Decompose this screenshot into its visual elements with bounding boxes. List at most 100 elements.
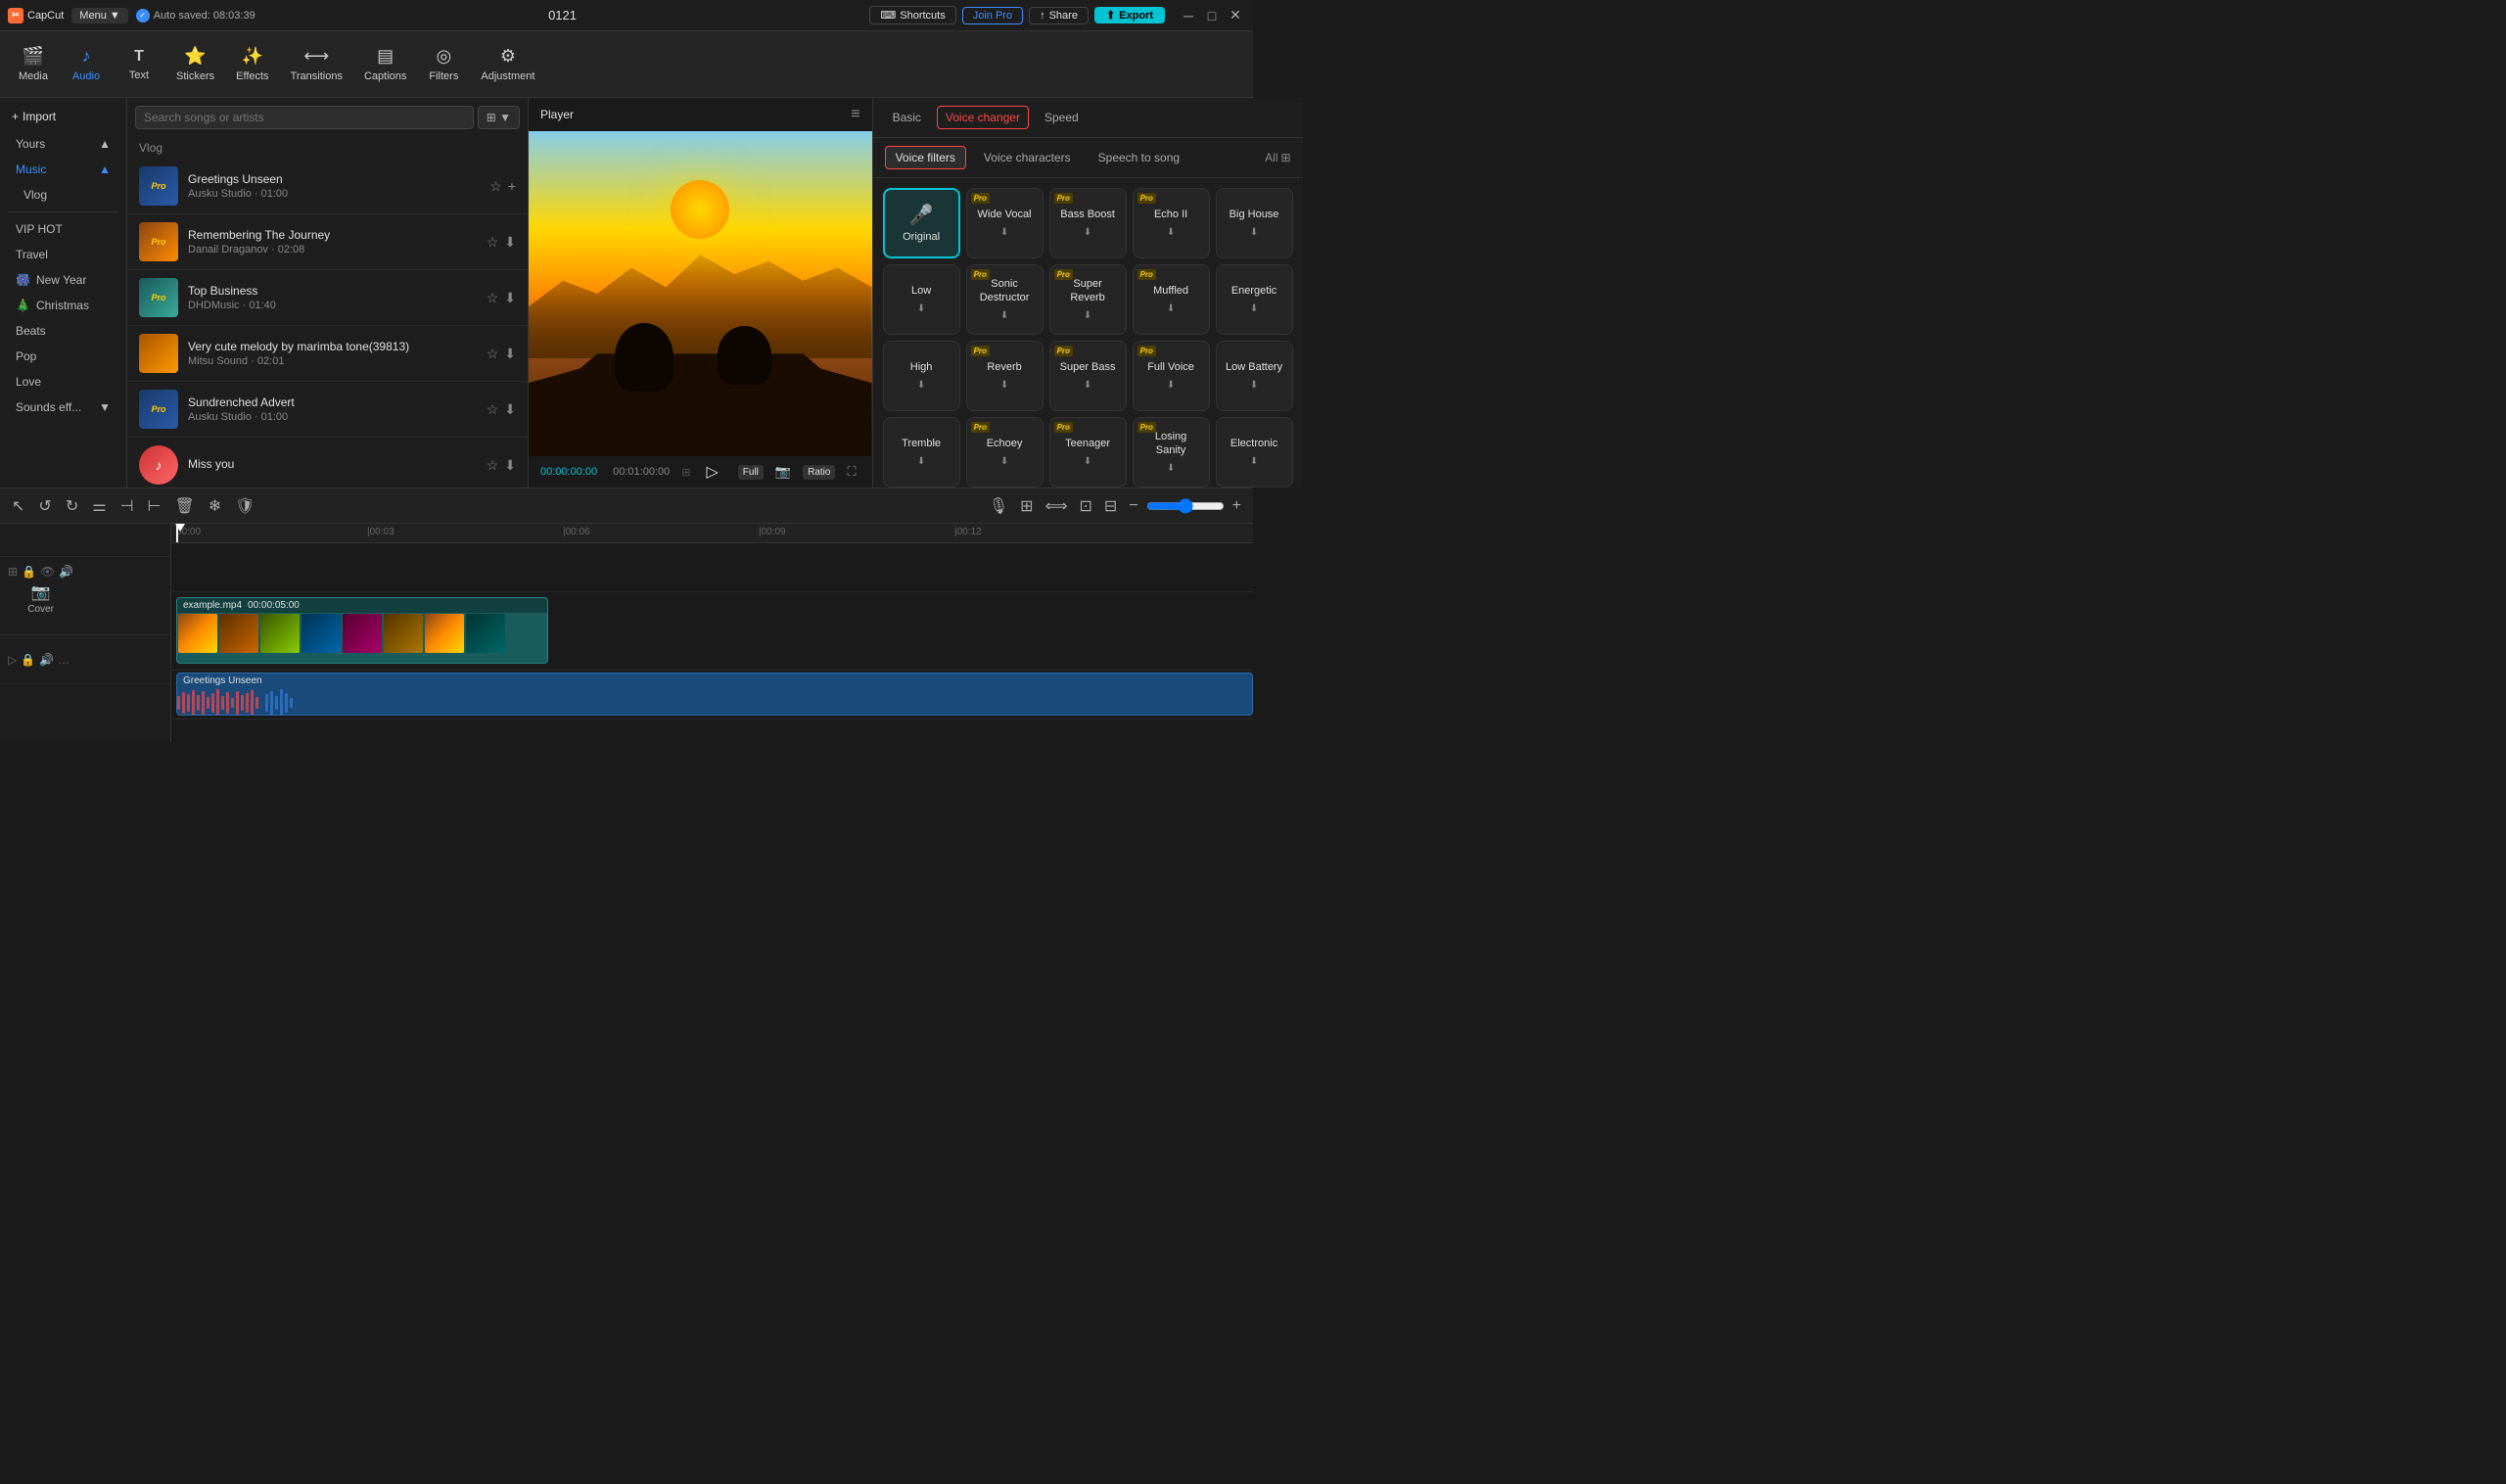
voice-item-tremble[interactable]: Tremble ⬇ — [883, 417, 960, 487]
download-btn-3[interactable]: ⬇ — [504, 290, 516, 306]
tl-audio-play[interactable]: ▷ — [8, 653, 17, 667]
voice-item-high[interactable]: High ⬇ — [883, 341, 960, 411]
download-btn-2[interactable]: ⬇ — [504, 234, 516, 251]
audio-item-3[interactable]: Pro Top Business DHDMusic · 01:40 ☆ ⬇ — [127, 270, 528, 326]
voice-item-full-voice[interactable]: Pro Full Voice ⬇ — [1133, 341, 1210, 411]
favorite-btn-4[interactable]: ☆ — [487, 346, 499, 362]
favorite-btn-3[interactable]: ☆ — [487, 290, 499, 306]
download-btn-4[interactable]: ⬇ — [504, 346, 516, 362]
tl-audio-lock[interactable]: 🔒 — [21, 653, 35, 667]
shield-button[interactable]: 🛡 — [231, 494, 258, 518]
filter-all-button[interactable]: All ⊞ — [1265, 146, 1290, 169]
favorite-btn-5[interactable]: ☆ — [487, 401, 499, 418]
voice-item-wide-vocal[interactable]: Pro Wide Vocal ⬇ — [966, 188, 1044, 258]
transition-btn[interactable]: ⟺ — [1042, 494, 1072, 518]
mic-button[interactable]: 🎙 — [985, 494, 1012, 518]
sidebar-item-pop[interactable]: Pop — [4, 345, 122, 368]
trim-out-button[interactable]: ⊢ — [144, 494, 165, 518]
cover-button[interactable]: 📷 Cover — [8, 582, 73, 615]
tl-audio-vol[interactable]: 🔊 — [39, 653, 54, 667]
undo-button[interactable]: ↺ — [34, 494, 55, 518]
audio-item-6[interactable]: ♪ Miss you ☆ ⬇ — [127, 438, 528, 487]
export-button[interactable]: ⬆ Export — [1094, 7, 1165, 23]
audio-item-1[interactable]: Pro Greetings Unseen Ausku Studio · 01:0… — [127, 159, 528, 214]
voice-item-electronic[interactable]: Electronic ⬇ — [1216, 417, 1293, 487]
freeze-button[interactable]: ❄ — [205, 494, 225, 518]
audio-item-5[interactable]: Pro Sundrenched Advert Ausku Studio · 01… — [127, 382, 528, 438]
tool-stickers[interactable]: ⭐ Stickers — [166, 40, 224, 88]
tool-effects[interactable]: ✨ Effects — [226, 40, 278, 88]
sidebar-item-music[interactable]: Music ▲ — [4, 158, 122, 181]
tl-add-track[interactable]: ⊞ — [8, 565, 18, 579]
sidebar-item-travel[interactable]: Travel — [4, 243, 122, 266]
audio-item-2[interactable]: Pro Remembering The Journey Danail Draga… — [127, 214, 528, 270]
search-input[interactable] — [135, 106, 474, 129]
voice-item-big-house[interactable]: Big House ⬇ — [1216, 188, 1293, 258]
player-menu-button[interactable]: ≡ — [851, 106, 859, 123]
sidebar-item-yours[interactable]: Yours ▲ — [4, 132, 122, 156]
import-button[interactable]: + Import — [12, 110, 56, 123]
video-clip[interactable]: example.mp4 00:00:05:00 — [176, 597, 548, 664]
split-track-button[interactable]: ⊞ — [1016, 494, 1037, 518]
tool-text[interactable]: T Text — [114, 42, 164, 87]
tab-voice-changer[interactable]: Voice changer — [937, 106, 1029, 129]
tool-transitions[interactable]: ⟷ Transitions — [281, 40, 352, 88]
zoom-out-btn[interactable]: − — [1125, 495, 1141, 517]
play-button[interactable]: ▷ — [702, 462, 721, 482]
zoom-in-btn[interactable]: + — [1229, 495, 1245, 517]
tab-basic[interactable]: Basic — [885, 107, 929, 128]
voice-item-sonic-destructor[interactable]: Pro Sonic Destructor ⬇ — [966, 264, 1044, 335]
add-btn-1[interactable]: + — [508, 178, 516, 195]
voice-item-losing-sanity[interactable]: Pro Losing Sanity ⬇ — [1133, 417, 1210, 487]
tl-audio-more[interactable]: … — [58, 653, 70, 667]
sidebar-item-beats[interactable]: Beats — [4, 319, 122, 343]
screenshot-button[interactable]: 📷 — [771, 462, 795, 482]
sub-tab-speech-to-song[interactable]: Speech to song — [1089, 146, 1189, 169]
maximize-button[interactable]: □ — [1202, 6, 1222, 25]
tl-volume[interactable]: 🔊 — [59, 565, 73, 579]
voice-item-original[interactable]: 🎤 Original — [883, 188, 960, 258]
tl-eye[interactable]: 👁 — [40, 565, 55, 579]
tool-media[interactable]: 🎬 Media — [8, 40, 59, 88]
tab-speed[interactable]: Speed — [1037, 107, 1087, 128]
download-btn-6[interactable]: ⬇ — [504, 457, 516, 474]
voice-item-echoey[interactable]: Pro Echoey ⬇ — [966, 417, 1044, 487]
tool-adjustment[interactable]: ⚙ Adjustment — [471, 40, 544, 88]
voice-item-super-bass[interactable]: Pro Super Bass ⬇ — [1049, 341, 1127, 411]
audio-clip[interactable]: Greetings Unseen — [176, 672, 1253, 716]
join-pro-button[interactable]: Join Pro — [962, 7, 1023, 24]
audio-item-4[interactable]: Very cute melody by marimba tone(39813) … — [127, 326, 528, 382]
close-button[interactable]: ✕ — [1226, 6, 1245, 25]
tool-captions[interactable]: ▤ Captions — [354, 40, 416, 88]
sidebar-item-love[interactable]: Love — [4, 370, 122, 394]
favorite-btn-6[interactable]: ☆ — [487, 457, 499, 474]
voice-item-teenager[interactable]: Pro Teenager ⬇ — [1049, 417, 1127, 487]
tool-audio[interactable]: ♪ Audio — [61, 40, 112, 88]
voice-item-reverb[interactable]: Pro Reverb ⬇ — [966, 341, 1044, 411]
voice-item-muffled[interactable]: Pro Muffled ⬇ — [1133, 264, 1210, 335]
ratio-button[interactable]: Ratio — [803, 465, 835, 480]
sidebar-item-sounds-eff[interactable]: Sounds eff... ▼ — [4, 395, 122, 419]
delete-button[interactable]: 🗑 — [170, 494, 198, 518]
sub-tab-voice-characters[interactable]: Voice characters — [974, 146, 1081, 169]
menu-button[interactable]: Menu ▼ — [71, 8, 127, 23]
cursor-tool[interactable]: ↖ — [8, 494, 28, 518]
sidebar-item-vlog[interactable]: Vlog — [4, 183, 122, 207]
split-button[interactable]: ⚌ — [88, 494, 110, 518]
voice-item-low[interactable]: Low ⬇ — [883, 264, 960, 335]
tool-filters[interactable]: ◎ Filters — [418, 40, 469, 88]
filter-button[interactable]: ⊞ ▼ — [478, 106, 520, 129]
compare-btn[interactable]: ⊟ — [1100, 494, 1121, 518]
voice-item-low-battery[interactable]: Low Battery ⬇ — [1216, 341, 1293, 411]
minimize-button[interactable]: ─ — [1179, 6, 1198, 25]
sidebar-item-christmas[interactable]: 🎄 Christmas — [4, 294, 122, 317]
voice-item-energetic[interactable]: Energetic ⬇ — [1216, 264, 1293, 335]
sidebar-item-vip-hot[interactable]: VIP HOT — [4, 217, 122, 241]
redo-button[interactable]: ↻ — [62, 494, 82, 518]
voice-item-bass-boost[interactable]: Pro Bass Boost ⬇ — [1049, 188, 1127, 258]
favorite-btn-2[interactable]: ☆ — [487, 234, 499, 251]
crop-btn[interactable]: ⊡ — [1076, 494, 1096, 518]
quality-button[interactable]: Full — [738, 465, 764, 480]
trim-in-button[interactable]: ⊣ — [116, 494, 138, 518]
sub-tab-voice-filters[interactable]: Voice filters — [885, 146, 966, 169]
